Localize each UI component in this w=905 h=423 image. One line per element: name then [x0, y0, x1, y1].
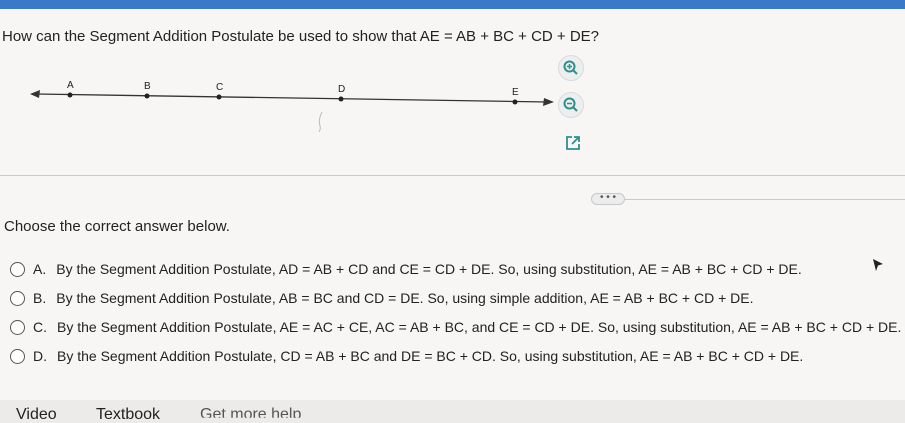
mouse-cursor-icon: [871, 258, 885, 279]
right-arrowhead: [543, 98, 554, 106]
section-divider-right: [625, 199, 905, 200]
radio-c[interactable]: [10, 319, 25, 335]
answer-options: A. By the Segment Addition Postulate, AD…: [10, 258, 901, 374]
top-accent-bar: [0, 0, 905, 9]
zoom-in-button[interactable]: [558, 55, 584, 81]
option-text: By the Segment Addition Postulate, AD = …: [56, 261, 802, 277]
option-b[interactable]: B. By the Segment Addition Postulate, AB…: [10, 287, 901, 309]
more-button[interactable]: • • •: [591, 193, 625, 205]
point-c: [216, 94, 222, 100]
zoom-in-icon: [563, 60, 578, 75]
zoom-out-button[interactable]: [558, 92, 584, 118]
option-c[interactable]: C. By the Segment Addition Postulate, AE…: [10, 316, 901, 338]
radio-a[interactable]: [10, 261, 25, 277]
radio-d[interactable]: [10, 348, 25, 364]
label-b: B: [144, 81, 151, 92]
label-e: E: [512, 87, 519, 98]
label-d: D: [338, 84, 345, 95]
number-line-figure: A B C D E: [0, 60, 560, 140]
popout-icon: [566, 136, 580, 150]
number-line: [35, 93, 549, 103]
point-a: [67, 92, 73, 98]
left-arrowhead: [30, 90, 40, 98]
point-b: [144, 93, 150, 99]
textbook-link[interactable]: Textbook: [96, 406, 160, 423]
section-divider: [0, 175, 905, 176]
pencil-mark: [318, 111, 323, 133]
option-letter: D.: [33, 348, 47, 364]
zoom-out-icon: [563, 97, 578, 112]
option-text: By the Segment Addition Postulate, CD = …: [57, 348, 804, 364]
option-a[interactable]: A. By the Segment Addition Postulate, AD…: [10, 258, 901, 280]
option-text: By the Segment Addition Postulate, AB = …: [56, 290, 754, 306]
option-letter: A.: [33, 261, 47, 277]
question-text: How can the Segment Addition Postulate b…: [2, 28, 600, 45]
option-d[interactable]: D. By the Segment Addition Postulate, CD…: [10, 345, 901, 367]
video-link[interactable]: Video: [16, 406, 57, 423]
option-letter: B.: [33, 290, 47, 306]
option-letter: C.: [33, 319, 47, 335]
option-text: By the Segment Addition Postulate, AE = …: [57, 319, 902, 335]
number-line-svg: A B C D E: [30, 80, 554, 133]
answer-prompt: Choose the correct answer below.: [4, 218, 230, 235]
point-e: [512, 99, 518, 105]
popout-button[interactable]: [560, 130, 586, 156]
label-c: C: [216, 82, 223, 93]
radio-b[interactable]: [10, 290, 25, 306]
point-d: [338, 96, 344, 102]
label-a: A: [67, 80, 74, 91]
